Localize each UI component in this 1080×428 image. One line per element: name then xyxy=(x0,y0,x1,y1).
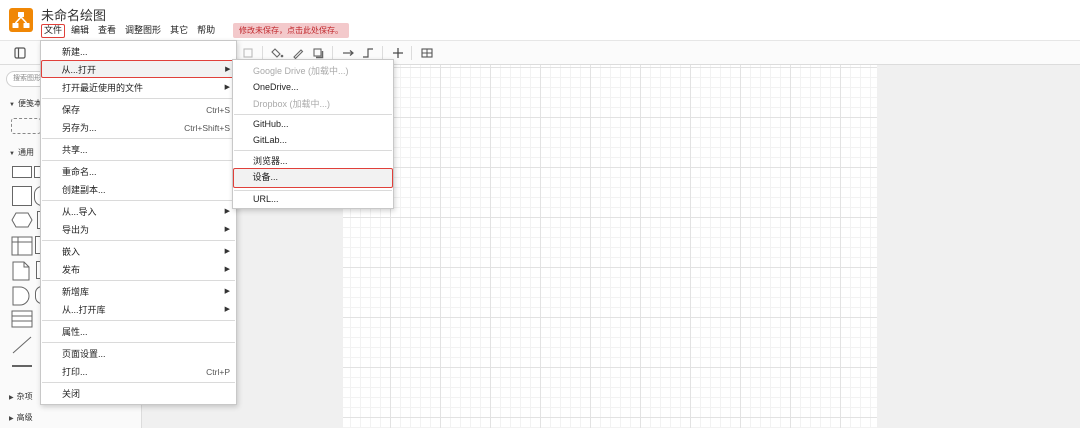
collapse-triangle-icon: ▼ xyxy=(9,151,15,157)
submenu-item-dropbox: Dropbox (加载中...) xyxy=(253,99,331,109)
open-from-submenu: Google Drive (加载中...) OneDrive... Dropbo… xyxy=(232,59,394,209)
menu-bar: 文件 编辑 查看 调整图形 其它 帮助 xyxy=(41,24,221,38)
menu-item-save[interactable]: 保存 Ctrl+S xyxy=(41,101,236,119)
menu-separator xyxy=(42,342,235,343)
menu-item-save-as[interactable]: 另存为... Ctrl+Shift+S xyxy=(41,119,236,137)
expand-triangle-icon: ▶ xyxy=(9,416,14,422)
submenu-arrow-icon: ▶ xyxy=(224,248,230,255)
menu-help[interactable]: 帮助 xyxy=(194,24,218,38)
collapse-triangle-icon: ▼ xyxy=(9,102,15,108)
document-title[interactable]: 未命名绘图 xyxy=(41,5,106,24)
format-panel-toggle-icon[interactable] xyxy=(12,45,28,61)
submenu-arrow-icon: ▶ xyxy=(224,306,230,313)
menu-separator xyxy=(42,240,235,241)
menu-item-share[interactable]: 共享... xyxy=(41,141,236,159)
menu-item-import-from[interactable]: 从...导入 ▶ xyxy=(41,203,236,221)
drawio-logo-icon xyxy=(9,8,33,32)
menu-separator xyxy=(42,138,235,139)
submenu-arrow-icon: ▶ xyxy=(224,226,230,233)
toolbar-divider xyxy=(332,46,333,60)
expand-triangle-icon: ▶ xyxy=(9,395,14,401)
menu-file[interactable]: 文件 xyxy=(41,24,66,38)
toolbar-divider xyxy=(382,46,383,60)
document-shape[interactable] xyxy=(12,261,30,283)
submenu-item-gitlab[interactable]: GitLab... xyxy=(233,131,393,149)
menu-item-print[interactable]: 打印... Ctrl+P xyxy=(41,363,236,381)
horizontal-line-shape[interactable] xyxy=(11,362,33,372)
menu-separator xyxy=(234,150,392,151)
toolbar-divider xyxy=(411,46,412,60)
menu-item-publish[interactable]: 发布 ▶ xyxy=(41,261,236,279)
delay-shape[interactable] xyxy=(12,286,30,308)
submenu-item-url[interactable]: URL... xyxy=(233,190,393,208)
menu-item-page-setup[interactable]: 页面设置... xyxy=(41,345,236,363)
toolbar-divider xyxy=(262,46,263,60)
menu-item-rename[interactable]: 重命名... xyxy=(41,163,236,181)
hexagon-shape[interactable] xyxy=(11,212,33,230)
submenu-arrow-icon: ▶ xyxy=(225,66,231,73)
menu-item-make-copy[interactable]: 创建副本... xyxy=(41,181,236,199)
menu-item-properties[interactable]: 属性... xyxy=(41,323,236,341)
menu-item-export-as[interactable]: 导出为 ▶ xyxy=(41,221,236,239)
rectangle-shape[interactable] xyxy=(12,166,32,178)
menu-item-close[interactable]: 关闭 xyxy=(41,385,236,403)
menu-item-open-from[interactable]: 从...打开 ▶ xyxy=(41,60,236,78)
section-misc[interactable]: ▶ 杂项 xyxy=(9,391,33,402)
drawio-app: 未命名绘图 文件 编辑 查看 调整图形 其它 帮助 修改未保存，点击此处保存。 xyxy=(0,0,1080,428)
menu-item-open-library-from[interactable]: 从...打开库 ▶ xyxy=(41,301,236,319)
menu-item-new[interactable]: 新建... xyxy=(41,43,236,61)
table-icon[interactable] xyxy=(419,45,435,61)
submenu-arrow-icon: ▶ xyxy=(224,266,230,273)
menu-edit[interactable]: 编辑 xyxy=(68,24,92,38)
menu-separator xyxy=(42,280,235,281)
submenu-arrow-icon: ▶ xyxy=(224,208,230,215)
menu-separator xyxy=(42,160,235,161)
container-shape[interactable] xyxy=(11,236,33,258)
menu-separator xyxy=(42,98,235,99)
diagram-page-grid[interactable] xyxy=(343,65,877,428)
menu-separator xyxy=(42,200,235,201)
submenu-item-onedrive[interactable]: OneDrive... xyxy=(233,78,393,96)
submenu-item-device[interactable]: 设备... xyxy=(233,168,393,188)
menu-extras[interactable]: 其它 xyxy=(167,24,191,38)
menu-item-open-recent[interactable]: 打开最近使用的文件 ▶ xyxy=(41,79,236,97)
scratchpad-drop-area[interactable] xyxy=(11,118,41,134)
menu-view[interactable]: 查看 xyxy=(95,24,119,38)
menu-arrange[interactable]: 调整图形 xyxy=(122,24,164,38)
title-bar: 未命名绘图 文件 编辑 查看 调整图形 其它 帮助 修改未保存，点击此处保存。 xyxy=(0,0,1080,40)
square-shape[interactable] xyxy=(12,186,32,206)
section-scratchpad[interactable]: ▼ 便笺本 xyxy=(9,98,42,109)
submenu-arrow-icon: ▶ xyxy=(224,288,230,295)
menu-item-embed[interactable]: 嵌入 ▶ xyxy=(41,243,236,261)
section-general[interactable]: ▼ 通用 xyxy=(9,147,34,158)
submenu-arrow-icon: ▶ xyxy=(224,84,230,91)
menu-separator xyxy=(42,382,235,383)
menu-item-new-library[interactable]: 新增库 ▶ xyxy=(41,283,236,301)
section-advanced[interactable]: ▶ 高级 xyxy=(9,412,33,423)
unsaved-changes-banner[interactable]: 修改未保存，点击此处保存。 xyxy=(233,23,349,38)
file-menu: 新建... 从...打开 ▶ 打开最近使用的文件 ▶ 保存 Ctrl+S 另存为...… xyxy=(40,40,237,405)
line-shape[interactable] xyxy=(11,335,33,357)
menu-separator xyxy=(42,320,235,321)
list-shape[interactable] xyxy=(11,310,33,330)
